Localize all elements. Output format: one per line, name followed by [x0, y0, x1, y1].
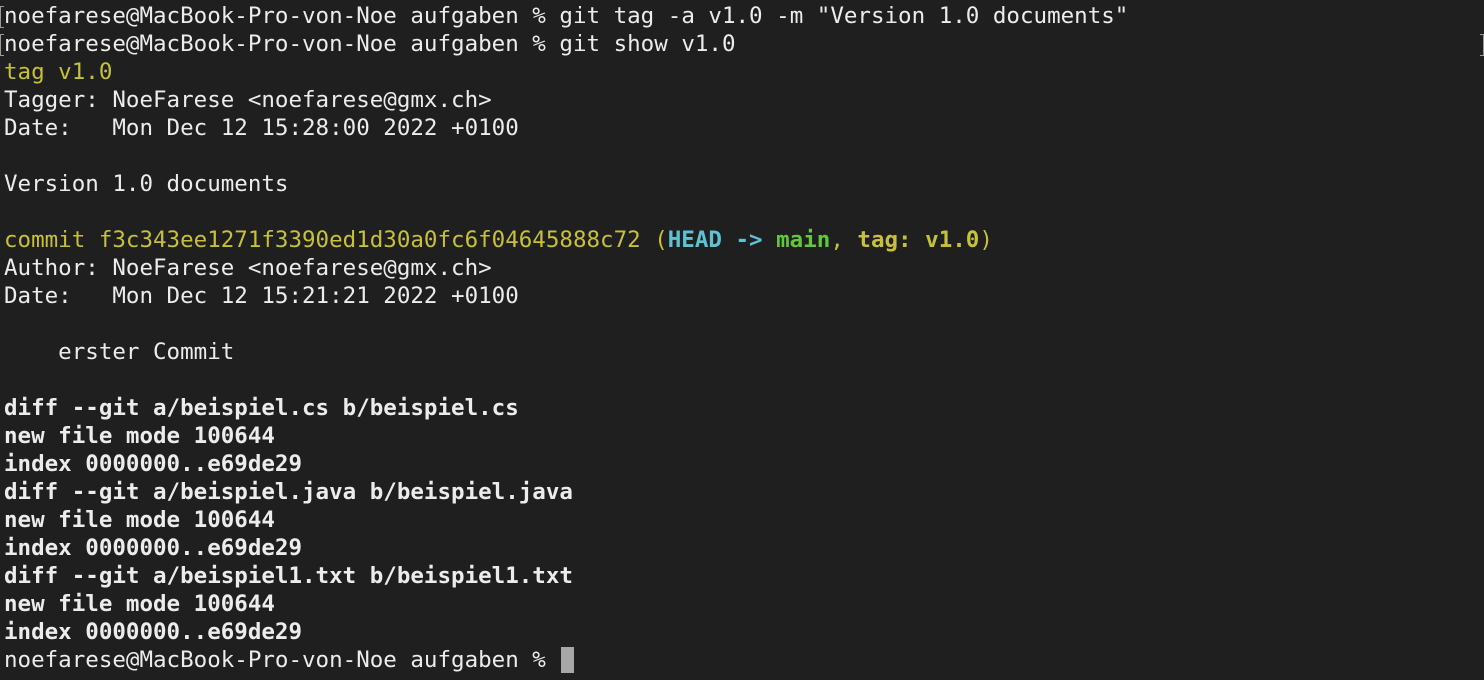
selection-bracket-right — [1480, 2, 1484, 58]
ref-separator: , — [830, 227, 858, 253]
index-line: index 0000000..e69de29 — [4, 535, 303, 561]
commit-line: commit f3c343ee1271f3390ed1d30a0fc6f0464… — [4, 226, 1476, 254]
diff-header-line: diff --git a/beispiel1.txt b/beispiel1.t… — [4, 563, 573, 589]
file-mode-line: new file mode 100644 — [4, 507, 275, 533]
shell-prompt: noefarese@MacBook-Pro-von-Noe aufgaben % — [4, 3, 560, 29]
ref-close: ) — [979, 227, 993, 253]
branch-name: main — [776, 227, 831, 253]
index-line: index 0000000..e69de29 — [4, 619, 303, 645]
head-pointer: HEAD -> — [667, 227, 777, 253]
tag-ref: tag: v1.0 — [857, 227, 980, 253]
terminal-window[interactable]: noefarese@MacBook-Pro-von-Noe aufgaben %… — [0, 0, 1484, 680]
command-line: noefarese@MacBook-Pro-von-Noe aufgaben %… — [4, 2, 1476, 30]
tag-message-line: Version 1.0 documents — [4, 171, 289, 197]
tag-date-line: Date: Mon Dec 12 15:28:00 2022 +0100 — [4, 115, 519, 141]
index-line: index 0000000..e69de29 — [4, 451, 303, 477]
tag-header-line: tag v1.0 — [4, 59, 113, 85]
author-line: Author: NoeFarese <noefarese@gmx.ch> — [4, 255, 492, 281]
commit-hash: commit f3c343ee1271f3390ed1d30a0fc6f0464… — [4, 227, 668, 253]
shell-prompt: noefarese@MacBook-Pro-von-Noe aufgaben % — [4, 647, 560, 673]
active-prompt-line[interactable]: noefarese@MacBook-Pro-von-Noe aufgaben % — [4, 646, 1476, 674]
tagger-line: Tagger: NoeFarese <noefarese@gmx.ch> — [4, 87, 492, 113]
file-mode-line: new file mode 100644 — [4, 423, 275, 449]
command-text: git tag -a v1.0 -m "Version 1.0 document… — [559, 3, 1129, 29]
diff-header-line: diff --git a/beispiel.java b/beispiel.ja… — [4, 479, 573, 505]
command-text: git show v1.0 — [559, 31, 736, 57]
command-line: noefarese@MacBook-Pro-von-Noe aufgaben %… — [4, 30, 1476, 58]
terminal-output: noefarese@MacBook-Pro-von-Noe aufgaben %… — [4, 2, 1476, 674]
file-mode-line: new file mode 100644 — [4, 591, 275, 617]
text-cursor[interactable] — [561, 647, 575, 673]
diff-header-line: diff --git a/beispiel.cs b/beispiel.cs — [4, 395, 519, 421]
commit-date-line: Date: Mon Dec 12 15:21:21 2022 +0100 — [4, 283, 519, 309]
commit-message-line: erster Commit — [4, 339, 235, 365]
shell-prompt: noefarese@MacBook-Pro-von-Noe aufgaben % — [4, 31, 560, 57]
